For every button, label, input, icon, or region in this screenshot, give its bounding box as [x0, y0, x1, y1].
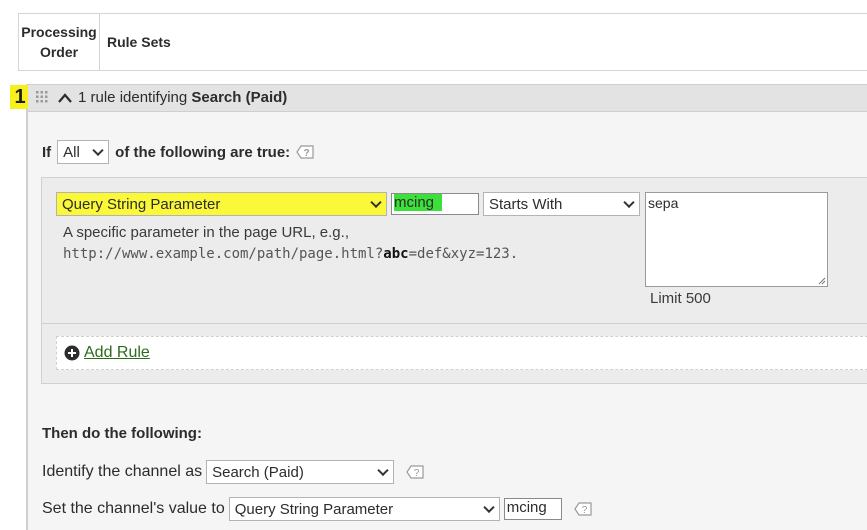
ruleset-header[interactable]: 1 rule identifying Search (Paid)	[28, 84, 867, 112]
match-all-value: All	[63, 143, 80, 161]
chevron-down-icon	[92, 144, 104, 157]
set-value-label: Set the channel's value to	[42, 500, 225, 517]
processing-order-line2: Order	[39, 44, 79, 60]
help-icon[interactable]: ?	[406, 465, 424, 479]
help-icon[interactable]: ?	[574, 502, 592, 516]
if-label: If	[42, 143, 52, 161]
identify-channel-line: Identify the channel as Search (Paid) ?	[42, 460, 424, 484]
chevron-down-icon	[370, 196, 382, 209]
channel-select[interactable]: Search (Paid)	[206, 460, 395, 484]
resize-handle-icon[interactable]	[818, 277, 826, 285]
operator-value: Starts With	[489, 195, 563, 213]
value-type-select[interactable]: Query String Parameter	[228, 497, 500, 521]
example-url-prefix: http://www.example.com/path/page.html?	[63, 246, 384, 262]
rules-table-header: Processing Order Rule Sets	[18, 13, 867, 71]
value-type-value: Query String Parameter	[234, 500, 394, 518]
rule-example-url: http://www.example.com/path/page.html?ab…	[63, 246, 518, 262]
add-rule-link[interactable]: Add Rule	[84, 344, 150, 362]
rule-container: Query String Parameter mcing Starts With…	[41, 177, 867, 384]
ruleset-divider	[26, 84, 28, 530]
add-rule-row: Add Rule	[56, 336, 867, 370]
ruleset-title-prefix: 1 rule identifying	[78, 89, 192, 106]
chevron-down-icon	[483, 501, 495, 514]
operator-select[interactable]: Starts With	[483, 192, 640, 216]
processing-order-header: Processing Order	[19, 14, 100, 70]
rule-row: Query String Parameter mcing Starts With…	[42, 178, 867, 324]
match-value-textarea[interactable]: sepa	[645, 192, 828, 287]
parameter-value: mcing	[394, 194, 443, 211]
character-limit: Limit 500	[650, 290, 711, 307]
svg-text:?: ?	[304, 148, 310, 159]
drag-handle-icon[interactable]	[35, 90, 49, 104]
svg-text:?: ?	[581, 505, 587, 516]
rule-type-value: Query String Parameter	[62, 195, 221, 213]
chevron-down-icon	[623, 196, 635, 209]
conditions-line: If All of the following are true: ?	[42, 140, 314, 164]
ruleset-title: 1 rule identifying Search (Paid)	[78, 89, 287, 106]
rule-sets-header: Rule Sets	[107, 34, 171, 50]
match-value-text: sepa	[648, 195, 679, 211]
example-url-param: abc	[383, 246, 409, 262]
rule-description: A specific parameter in the page URL, e.…	[63, 224, 349, 241]
ruleset-title-channel: Search (Paid)	[191, 89, 288, 106]
then-label: Then do the following:	[42, 425, 202, 442]
parameter-input[interactable]: mcing	[391, 193, 479, 215]
chevron-down-icon	[377, 464, 389, 477]
plus-circle-icon[interactable]	[64, 345, 80, 361]
processing-order-number: 1	[10, 85, 30, 109]
match-all-select[interactable]: All	[57, 140, 110, 164]
svg-text:?: ?	[414, 468, 420, 479]
identify-channel-label: Identify the channel as	[42, 463, 203, 480]
value-parameter-input[interactable]: mcing	[503, 498, 562, 520]
help-icon[interactable]: ?	[296, 145, 314, 159]
rule-type-select[interactable]: Query String Parameter	[56, 192, 387, 216]
channel-value: Search (Paid)	[212, 463, 304, 481]
value-parameter-value: mcing	[506, 499, 547, 516]
example-url-suffix: =def&xyz=123.	[408, 246, 519, 262]
processing-order-line1: Processing	[21, 24, 97, 40]
chevron-up-icon[interactable]	[57, 91, 73, 105]
conditions-suffix-label: of the following are true:	[115, 143, 291, 161]
set-channel-value-line: Set the channel's value to Query String …	[42, 497, 592, 521]
